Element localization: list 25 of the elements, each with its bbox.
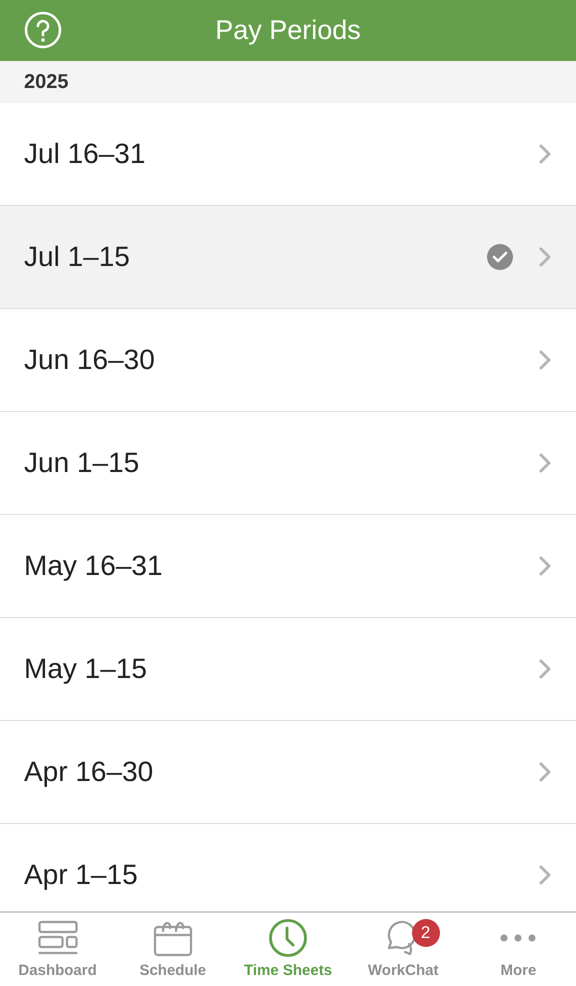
chevron-right-icon — [538, 452, 552, 474]
period-label: Apr 1–15 — [24, 858, 139, 892]
help-icon[interactable] — [24, 11, 62, 49]
page-title: Pay Periods — [215, 14, 361, 48]
chevron-right-icon — [538, 143, 552, 165]
period-label: Jul 16–31 — [24, 137, 146, 171]
period-label: Jun 1–15 — [24, 446, 140, 480]
chevron-right-icon — [538, 349, 552, 371]
dashboard-icon — [38, 920, 78, 956]
chevron-right-icon — [538, 246, 552, 268]
notification-badge: 2 — [412, 919, 440, 947]
chevron-right-icon — [538, 864, 552, 886]
chevron-right-icon — [538, 555, 552, 577]
year-label: 2025 — [24, 70, 68, 95]
period-label: Jul 1–15 — [24, 240, 131, 274]
chevron-right-icon — [538, 658, 552, 680]
pay-period-row[interactable]: Jul 1–15 — [0, 206, 576, 309]
tab-bar-item[interactable]: 2 WorkChat — [346, 913, 461, 986]
more-icon — [498, 932, 538, 944]
chevron-right-icon — [538, 761, 552, 783]
period-label: Apr 16–30 — [24, 755, 154, 789]
clock-icon — [268, 918, 308, 958]
period-label: Jun 16–30 — [24, 343, 156, 377]
period-label: May 16–31 — [24, 549, 164, 583]
period-label: May 1–15 — [24, 652, 148, 686]
